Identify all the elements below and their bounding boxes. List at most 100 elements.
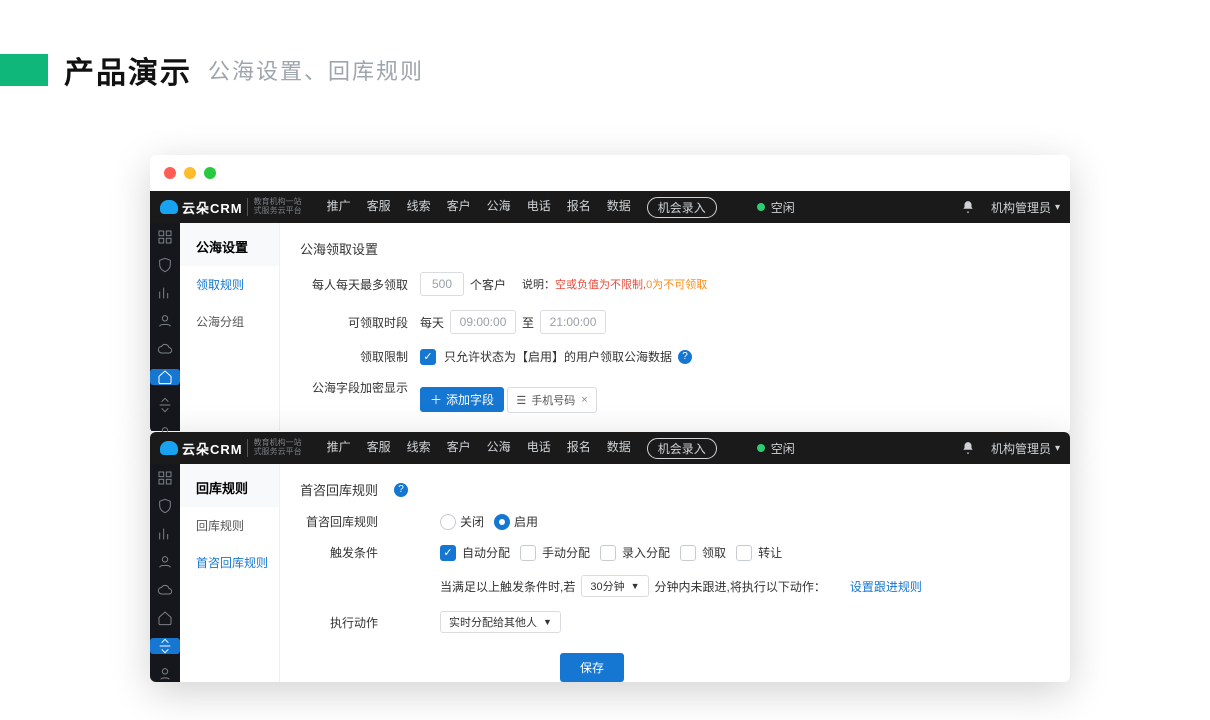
rail-dashboard-icon[interactable] <box>156 470 174 486</box>
nav-item[interactable]: 数据 <box>607 438 631 459</box>
row-time-range: 可领取时段 每天 至 <box>300 310 1050 334</box>
logo-text: 云朵CRM <box>182 439 243 458</box>
status-dot-icon <box>757 444 765 452</box>
nav-pill-opportunity[interactable]: 机会录入 <box>647 197 717 218</box>
trigger-auto[interactable]: ✓自动分配 <box>440 544 510 561</box>
sidebar-item-claim-rule[interactable]: 领取规则 <box>180 266 279 303</box>
sidebar-title: 公海设置 <box>180 223 279 266</box>
page-title-sub: 公海设置、回库规则 <box>208 54 424 86</box>
nav-item[interactable]: 线索 <box>407 197 431 218</box>
content-area: 首咨回库规则 ? 首咨回库规则 关闭 启用 触发条件 ✓自动分配 手动分配 录入… <box>280 464 1070 682</box>
status-indicator[interactable]: 空闲 <box>757 440 795 457</box>
nav-item[interactable]: 推广 <box>327 438 351 459</box>
input-time-to[interactable] <box>540 310 606 334</box>
option-off[interactable]: 关闭 <box>440 513 484 530</box>
nav-item[interactable]: 电话 <box>527 197 551 218</box>
bell-icon[interactable] <box>961 441 975 455</box>
nav-item[interactable]: 电话 <box>527 438 551 459</box>
window-return-rules: 云朵CRM 教育机构一站式服务云平台 推广 客服 线索 客户 公海 电话 报名 … <box>150 432 1070 682</box>
field-tag-phone: ☰ 手机号码 × <box>507 387 596 413</box>
label-daily-limit: 每人每天最多领取 <box>300 276 420 293</box>
nav-item[interactable]: 数据 <box>607 197 631 218</box>
nav-item[interactable]: 推广 <box>327 197 351 218</box>
sidebar-item-return-rule[interactable]: 回库规则 <box>180 507 279 544</box>
remove-icon[interactable]: × <box>581 394 587 406</box>
row-claim-limit: 领取限制 ✓ 只允许状态为【启用】的用户领取公海数据 ? <box>300 348 1050 365</box>
sidebar-item-first-consult-rule[interactable]: 首咨回库规则 <box>180 544 279 581</box>
label-claim-limit: 领取限制 <box>300 348 420 365</box>
row-trigger: 触发条件 ✓自动分配 手动分配 录入分配 领取 转让 <box>300 544 1050 561</box>
user-menu[interactable]: 机构管理员 ▾ <box>991 440 1060 457</box>
trigger-claim[interactable]: 领取 <box>680 544 726 561</box>
rail-recycle-icon[interactable] <box>150 638 180 654</box>
rail-shield-icon[interactable] <box>156 498 174 514</box>
user-menu[interactable]: 机构管理员 ▾ <box>991 199 1060 216</box>
row-daily-limit: 每人每天最多领取 个客户 说明：空或负值为不限制,0为不可领取 <box>300 272 1050 296</box>
bell-icon[interactable] <box>961 200 975 214</box>
minimize-icon[interactable] <box>184 167 196 179</box>
nav-item[interactable]: 客服 <box>367 438 391 459</box>
text-suffix: 分钟内未跟进,将执行以下动作： <box>655 578 826 595</box>
list-icon: ☰ <box>516 394 525 407</box>
cloud-icon <box>160 441 178 455</box>
nav-pill-opportunity[interactable]: 机会录入 <box>647 438 717 459</box>
rail-recycle-icon[interactable] <box>156 397 174 413</box>
input-daily-limit[interactable] <box>420 272 464 296</box>
close-icon[interactable] <box>164 167 176 179</box>
nav-item[interactable]: 报名 <box>567 197 591 218</box>
nav-item[interactable]: 客户 <box>447 197 471 218</box>
nav-item[interactable]: 公海 <box>487 197 511 218</box>
checkbox-enabled-only[interactable]: ✓ <box>420 349 436 365</box>
nav-item[interactable]: 报名 <box>567 438 591 459</box>
nav-item[interactable]: 客户 <box>447 438 471 459</box>
select-minutes[interactable]: 30分钟▼ <box>581 575 648 597</box>
to-label: 至 <box>522 314 534 331</box>
label-trigger: 触发条件 <box>300 544 390 561</box>
help-icon[interactable]: ? <box>394 483 408 497</box>
help-icon[interactable]: ? <box>678 350 692 364</box>
maximize-icon[interactable] <box>204 167 216 179</box>
content-area: 公海领取设置 每人每天最多领取 个客户 说明：空或负值为不限制,0为不可领取 可… <box>280 223 1070 431</box>
rail-chart-icon[interactable] <box>156 285 174 301</box>
logo[interactable]: 云朵CRM 教育机构一站式服务云平台 <box>150 439 317 458</box>
sidebar-item-group[interactable]: 公海分组 <box>180 303 279 340</box>
nav-item[interactable]: 公海 <box>487 438 511 459</box>
content-title: 首咨回库规则 ? <box>300 474 1050 513</box>
label-first-consult: 首咨回库规则 <box>300 513 390 530</box>
status-dot-icon <box>757 203 765 211</box>
caret-down-icon: ▼ <box>543 617 552 627</box>
logo[interactable]: 云朵CRM 教育机构一站式服务云平台 <box>150 198 317 217</box>
row-enable: 首咨回库规则 关闭 启用 <box>300 513 1050 530</box>
option-on[interactable]: 启用 <box>494 513 538 530</box>
rail-chart-icon[interactable] <box>156 526 174 542</box>
input-time-from[interactable] <box>450 310 516 334</box>
rail-cloud-icon[interactable] <box>156 582 174 598</box>
rail-user-icon[interactable] <box>156 554 174 570</box>
trigger-transfer[interactable]: 转让 <box>736 544 782 561</box>
claim-limit-text: 只允许状态为【启用】的用户领取公海数据 <box>444 348 672 365</box>
text-prefix: 当满足以上触发条件时,若 <box>440 578 575 595</box>
sidebar: 公海设置 领取规则 公海分组 <box>180 223 280 431</box>
rail-user-icon[interactable] <box>156 313 174 329</box>
nav-item[interactable]: 客服 <box>367 197 391 218</box>
status-indicator[interactable]: 空闲 <box>757 199 795 216</box>
rail-more-icon[interactable] <box>156 666 174 682</box>
select-action[interactable]: 实时分配给其他人▼ <box>440 611 561 633</box>
trigger-manual[interactable]: 手动分配 <box>520 544 590 561</box>
row-encrypt-fields: 公海字段加密显示 ＋添加字段 ☰ 手机号码 × <box>300 379 1050 413</box>
user-name: 机构管理员 <box>991 199 1051 216</box>
rail-home-icon[interactable] <box>150 369 180 385</box>
label-action: 执行动作 <box>300 614 390 631</box>
save-button[interactable]: 保存 <box>560 653 624 682</box>
cloud-icon <box>160 200 178 214</box>
nav-item[interactable]: 线索 <box>407 438 431 459</box>
link-set-followup-rule[interactable]: 设置跟进规则 <box>850 578 922 595</box>
add-field-button[interactable]: ＋添加字段 <box>420 387 504 412</box>
rail-home-icon[interactable] <box>156 610 174 626</box>
logo-subtext: 教育机构一站式服务云平台 <box>247 198 307 216</box>
trigger-entry[interactable]: 录入分配 <box>600 544 670 561</box>
rail-shield-icon[interactable] <box>156 257 174 273</box>
rail-cloud-icon[interactable] <box>156 341 174 357</box>
rail-dashboard-icon[interactable] <box>156 229 174 245</box>
chevron-down-icon: ▾ <box>1055 202 1060 213</box>
